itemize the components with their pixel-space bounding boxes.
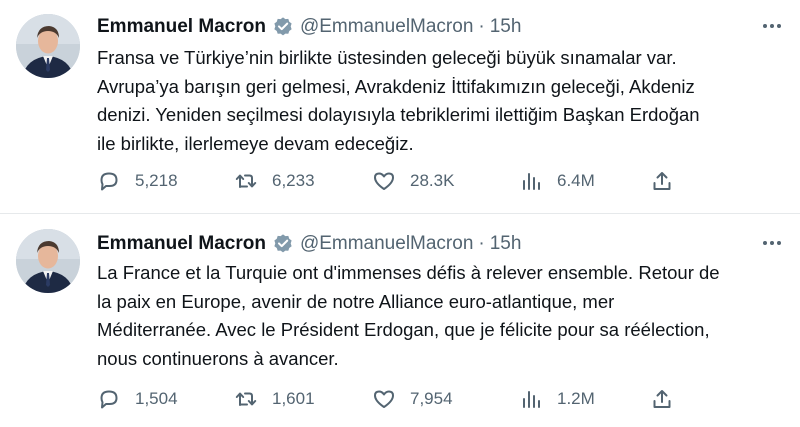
retweet-count: 1,601	[272, 389, 315, 408]
avatar[interactable]	[16, 229, 80, 293]
retweet-button[interactable]: 6,233	[234, 166, 315, 196]
views-count: 1.2M	[557, 389, 595, 408]
verified-badge-icon	[272, 16, 294, 38]
tweet-header: Emmanuel Macron @EmmanuelMacron · 15h	[97, 14, 521, 40]
share-icon	[653, 172, 671, 190]
author-handle[interactable]: @EmmanuelMacron	[300, 233, 473, 255]
like-count: 28.3K	[410, 171, 455, 190]
reply-count: 1,504	[135, 389, 178, 408]
author-name[interactable]: Emmanuel Macron	[97, 233, 266, 255]
tweet-text: La France et la Turquie ont d'immenses d…	[97, 262, 720, 369]
tweet-header: Emmanuel Macron @EmmanuelMacron · 15h	[97, 231, 521, 257]
views-icon	[523, 391, 540, 408]
share-icon	[653, 390, 671, 408]
tweet-actions: 1,504 1,601 7,954 1.2M	[97, 384, 697, 414]
avatar[interactable]	[16, 14, 80, 78]
more-icon[interactable]	[760, 16, 784, 36]
share-button[interactable]	[650, 166, 674, 196]
reply-icon	[100, 390, 118, 409]
separator-dot: ·	[478, 233, 485, 254]
like-icon	[374, 172, 394, 190]
timestamp[interactable]: 15h	[490, 233, 522, 255]
reply-count: 5,218	[135, 171, 178, 190]
like-count: 7,954	[410, 389, 453, 408]
reply-icon	[100, 172, 118, 191]
reply-button[interactable]: 1,504	[97, 384, 178, 414]
retweet-icon	[235, 174, 257, 188]
author-name[interactable]: Emmanuel Macron	[97, 16, 266, 38]
retweet-button[interactable]: 1,601	[234, 384, 315, 414]
views-button[interactable]: 6.4M	[519, 166, 595, 196]
views-icon	[523, 173, 540, 190]
views-count: 6.4M	[557, 171, 595, 190]
author-handle[interactable]: @EmmanuelMacron	[300, 16, 473, 38]
reply-button[interactable]: 5,218	[97, 166, 178, 196]
verified-badge-icon	[272, 233, 294, 255]
like-button[interactable]: 28.3K	[372, 166, 454, 196]
like-icon	[374, 390, 394, 408]
share-button[interactable]	[650, 384, 674, 414]
more-icon[interactable]	[760, 233, 784, 253]
separator-dot: ·	[478, 16, 485, 37]
views-button[interactable]: 1.2M	[519, 384, 595, 414]
tweet[interactable]: Emmanuel Macron @EmmanuelMacron · 15h Fr…	[0, 0, 800, 214]
tweet[interactable]: Emmanuel Macron @EmmanuelMacron · 15h La…	[0, 214, 800, 427]
timestamp[interactable]: 15h	[490, 16, 522, 38]
retweet-count: 6,233	[272, 171, 315, 190]
like-button[interactable]: 7,954	[372, 384, 453, 414]
tweet-text: Fransa ve Türkiye’nin birlikte üstesinde…	[97, 47, 700, 154]
tweet-actions: 5,218 6,233 28.3K 6.4M	[97, 166, 697, 196]
retweet-icon	[235, 392, 257, 406]
